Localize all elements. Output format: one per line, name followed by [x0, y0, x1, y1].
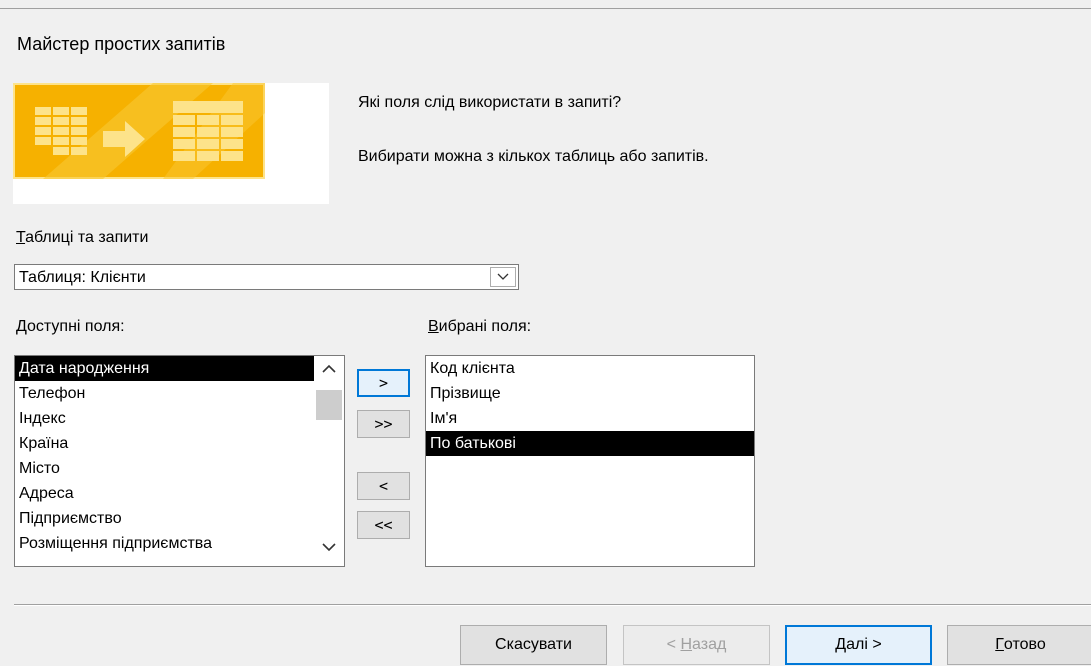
list-item[interactable]: Адреса	[15, 481, 344, 506]
scroll-up-arrow-icon[interactable]	[322, 364, 336, 374]
cancel-button[interactable]: Скасувати	[460, 625, 607, 665]
top-border	[0, 8, 1091, 9]
footer-divider-highlight	[14, 605, 1091, 606]
wizard-graphic-icon	[13, 83, 265, 179]
scroll-down-arrow-icon[interactable]	[322, 542, 336, 552]
list-item[interactable]: По батькові	[426, 431, 754, 456]
prompt-hint: Вибирати можна з кількох таблиць або зап…	[358, 148, 709, 165]
finish-button[interactable]: Готово	[947, 625, 1091, 665]
add-all-fields-button[interactable]: >>	[357, 410, 410, 438]
list-item[interactable]: Прізвище	[426, 381, 754, 406]
available-fields-scrollbar[interactable]	[314, 356, 344, 566]
tables-queries-value: Таблиця: Клієнти	[19, 269, 146, 286]
list-item[interactable]: Місто	[15, 456, 344, 481]
selected-fields-label: Вибрані поля:	[428, 318, 532, 335]
list-item[interactable]: Ім'я	[426, 406, 754, 431]
list-item[interactable]: Країна	[15, 431, 344, 456]
chevron-down-icon[interactable]	[490, 267, 516, 287]
list-item[interactable]: Підприємство	[15, 506, 344, 531]
tables-queries-label: Таблиці та запити	[16, 229, 149, 246]
remove-all-fields-button[interactable]: <<	[357, 511, 410, 539]
next-button[interactable]: Далі >	[785, 625, 932, 665]
remove-field-button[interactable]: <	[357, 472, 410, 500]
prompt-question: Які поля слід використати в запиті?	[358, 94, 622, 111]
add-field-button[interactable]: >	[357, 369, 410, 397]
list-item[interactable]: Індекс	[15, 406, 344, 431]
available-fields-label: Доступні поля:	[16, 318, 125, 335]
list-item[interactable]: Дата народження	[15, 356, 344, 381]
scrollbar-thumb[interactable]	[316, 390, 342, 420]
tables-queries-combo[interactable]: Таблиця: Клієнти	[14, 264, 519, 290]
list-item[interactable]: Телефон	[15, 381, 344, 406]
list-item[interactable]: Розміщення підприємства	[15, 531, 344, 556]
dialog-title: Майстер простих запитів	[17, 34, 226, 54]
selected-fields-list[interactable]: Код клієнта Прізвище Ім'я По батькові	[425, 355, 755, 567]
back-button[interactable]: < Назад	[623, 625, 770, 665]
list-item[interactable]: Код клієнта	[426, 356, 754, 381]
available-fields-list[interactable]: Дата народження Телефон Індекс Країна Місто А…	[14, 355, 345, 567]
